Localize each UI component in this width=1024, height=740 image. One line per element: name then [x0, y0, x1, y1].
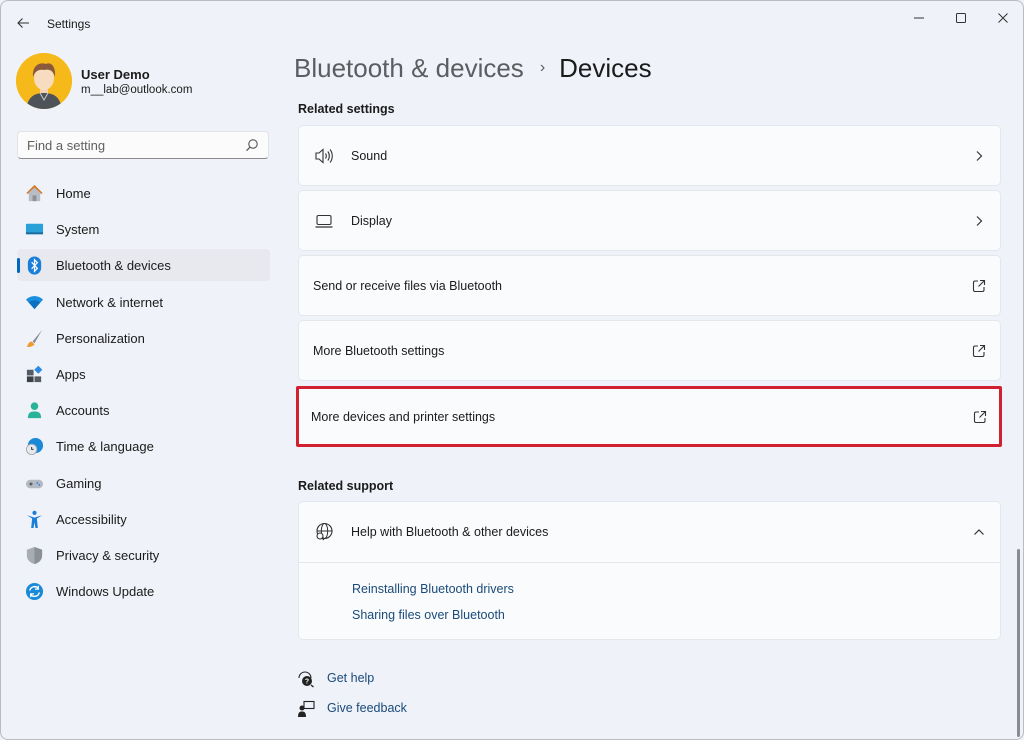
get-help-icon: ? — [298, 671, 314, 688]
apps-icon — [26, 365, 43, 383]
windows-update-icon — [25, 583, 44, 601]
user-name: User Demo — [81, 67, 150, 82]
minimize-icon — [914, 17, 924, 19]
search-input[interactable] — [18, 132, 238, 158]
wifi-icon — [25, 295, 44, 309]
search-icon[interactable] — [245, 138, 259, 152]
chevron-right-icon — [976, 216, 983, 226]
sidebar-item-gaming[interactable]: Gaming — [17, 467, 270, 499]
send-receive-files-bluetooth-card[interactable]: Send or receive files via Bluetooth — [298, 255, 1001, 316]
help-bluetooth-expander-header[interactable]: Help with Bluetooth & other devices — [299, 502, 1000, 563]
speaker-icon — [315, 148, 333, 164]
chevron-up-icon — [974, 529, 984, 535]
sidebar-item-label: Apps — [56, 366, 86, 382]
breadcrumb-parent[interactable]: Bluetooth & devices — [294, 53, 524, 83]
sound-card[interactable]: Sound — [298, 125, 1001, 186]
minimize-button[interactable] — [899, 5, 939, 31]
accounts-icon — [27, 402, 42, 419]
sidebar-item-label: Gaming — [56, 475, 102, 491]
active-indicator — [17, 258, 20, 274]
avatar[interactable] — [16, 53, 72, 109]
sidebar-nav: Home System Bluetooth & devices Network … — [17, 177, 270, 611]
give-feedback-link[interactable]: Give feedback — [297, 699, 407, 719]
sidebar-item-bluetooth-devices[interactable]: Bluetooth & devices — [17, 249, 270, 282]
card-label: Send or receive files via Bluetooth — [313, 279, 502, 293]
sidebar-item-label: Windows Update — [56, 584, 155, 600]
external-link-icon — [973, 410, 987, 424]
help-bluetooth-expander: Help with Bluetooth & other devices Rein… — [298, 501, 1001, 640]
sharing-files-bluetooth-link[interactable]: Sharing files over Bluetooth — [352, 608, 505, 622]
related-settings-heading: Related settings — [298, 102, 395, 116]
search-box[interactable] — [17, 131, 269, 159]
system-icon — [25, 223, 44, 235]
close-button[interactable] — [983, 5, 1023, 31]
maximize-button[interactable] — [941, 5, 981, 31]
sidebar-item-privacy-security[interactable]: Privacy & security — [17, 539, 270, 571]
more-bluetooth-settings-card[interactable]: More Bluetooth settings — [298, 320, 1001, 381]
sidebar-item-label: Home — [56, 186, 91, 201]
help-bluetooth-label: Help with Bluetooth & other devices — [351, 525, 549, 539]
arrow-left-icon — [17, 18, 29, 28]
settings-window: Settings User Demo m__lab@outlook.com Fi… — [0, 0, 1024, 740]
sidebar-item-label: Time & language — [56, 439, 154, 455]
card-label: More devices and printer settings — [311, 410, 496, 424]
page-title: Devices — [559, 53, 652, 83]
sidebar-item-apps[interactable]: Apps — [17, 358, 270, 390]
get-help-label: Get help — [327, 671, 375, 685]
display-card[interactable]: Display — [298, 190, 1001, 251]
sidebar-item-label: Network & internet — [56, 294, 163, 310]
sidebar-item-label: Bluetooth & devices — [56, 258, 171, 274]
shield-icon — [26, 546, 43, 564]
card-label: Display — [351, 214, 392, 228]
sidebar-item-personalization[interactable]: Personalization — [17, 322, 270, 354]
sidebar-item-label: Privacy & security — [56, 547, 160, 563]
user-email: m__lab@outlook.com — [81, 84, 193, 96]
home-icon — [26, 184, 43, 202]
accessibility-icon — [26, 510, 43, 528]
external-link-icon — [972, 279, 986, 293]
get-help-link[interactable]: ? Get help — [297, 669, 374, 689]
close-icon — [998, 13, 1008, 23]
give-feedback-label: Give feedback — [327, 701, 407, 715]
maximize-icon — [956, 13, 966, 23]
card-label: Sound — [351, 149, 388, 163]
sidebar-item-time-language[interactable]: Time & language — [17, 430, 270, 462]
give-feedback-icon — [298, 700, 315, 717]
sidebar-item-label: Accessibility — [56, 511, 127, 527]
sidebar-item-label: Accounts — [56, 403, 110, 419]
back-button[interactable] — [11, 11, 35, 35]
time-language-icon — [26, 438, 44, 456]
sidebar-item-label: System — [56, 222, 100, 238]
bluetooth-icon — [27, 256, 42, 275]
sidebar-item-home[interactable]: Home — [17, 177, 270, 209]
chevron-right-icon — [976, 151, 983, 161]
sidebar-item-accounts[interactable]: Accounts — [17, 394, 270, 426]
globe-search-icon — [316, 522, 333, 541]
sidebar-item-label: Personalization — [56, 330, 145, 346]
related-support-heading: Related support — [298, 479, 394, 493]
laptop-icon — [315, 214, 333, 228]
breadcrumb-separator-icon: › — [539, 59, 546, 76]
reinstalling-bluetooth-drivers-link[interactable]: Reinstalling Bluetooth drivers — [352, 582, 514, 596]
svg-text:?: ? — [305, 679, 309, 686]
breadcrumb: Bluetooth & devices › Devices — [294, 53, 652, 89]
sidebar-item-system[interactable]: System — [17, 213, 270, 245]
card-label: More Bluetooth settings — [313, 344, 445, 358]
app-title: Settings — [47, 17, 91, 31]
sidebar-item-windows-update[interactable]: Windows Update — [17, 575, 270, 607]
sidebar-item-network-internet[interactable]: Network & internet — [17, 286, 270, 318]
title-bar: Settings — [1, 1, 1023, 45]
external-link-icon — [972, 344, 986, 358]
gamepad-icon — [25, 479, 44, 488]
more-devices-printer-settings-card[interactable]: More devices and printer settings — [296, 386, 1002, 447]
brush-icon — [26, 329, 43, 347]
avatar-image-icon — [16, 53, 72, 109]
sidebar-item-accessibility[interactable]: Accessibility — [17, 503, 270, 535]
vertical-scrollbar[interactable] — [1017, 549, 1020, 737]
